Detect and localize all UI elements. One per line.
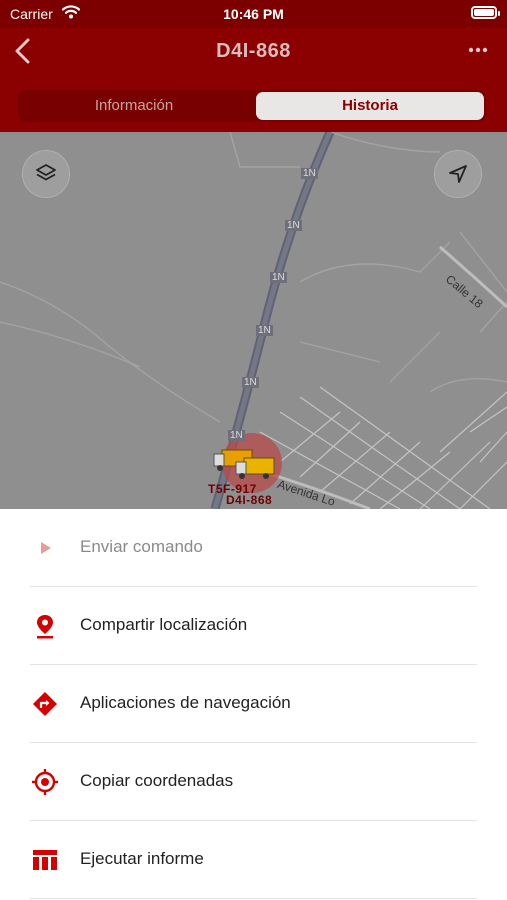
menu-item-compartir-localizacion[interactable]: Compartir localización (30, 587, 477, 665)
road-badge: 1N (301, 168, 318, 179)
nav-header: D4I-868 Información Historia (0, 28, 507, 132)
directions-icon (30, 689, 60, 719)
my-location-button[interactable] (434, 150, 482, 198)
clock: 10:46 PM (223, 6, 284, 22)
menu-item-aplicaciones-navegacion[interactable]: Aplicaciones de navegación (30, 665, 477, 743)
road-badge: 1N (242, 377, 259, 388)
crosshair-icon (30, 767, 60, 797)
vehicle-label[interactable]: D4I-868 (226, 493, 272, 507)
report-table-icon (30, 845, 60, 875)
play-icon (30, 533, 60, 563)
more-button[interactable] (467, 38, 489, 64)
segmented-control: Información Historia (18, 90, 486, 122)
menu-item-label: Compartir localización (80, 615, 248, 634)
tab-informacion[interactable]: Información (20, 92, 248, 120)
battery-icon (471, 6, 500, 19)
road-badge: 1N (256, 325, 273, 336)
road-badge: 1N (270, 272, 287, 283)
location-pin-icon (30, 611, 60, 641)
navigation-arrow-icon (449, 165, 467, 183)
menu-item-label: Copiar coordenadas (80, 771, 234, 790)
menu-item-ejecutar-informe[interactable]: Ejecutar informe (30, 821, 477, 899)
menu-item-copiar-coordenadas[interactable]: Copiar coordenadas (30, 743, 477, 821)
road-badge: 1N (228, 430, 245, 441)
menu-item-label: Aplicaciones de navegación (80, 693, 291, 712)
map-view[interactable]: 1N 1N 1N 1N 1N 1N Calle 18 Avenida Lo T5… (0, 132, 507, 509)
menu-item-label: Enviar comando (80, 537, 203, 556)
action-sheet: Enviar comando Compartir localización Ap… (0, 509, 507, 900)
ellipsis-icon (468, 47, 488, 53)
menu-item-enviar-comando[interactable]: Enviar comando (30, 509, 477, 587)
page-title: D4I-868 (216, 40, 291, 62)
status-bar: Carrier 10:46 PM (0, 0, 507, 28)
tab-historia[interactable]: Historia (256, 92, 484, 120)
menu-item-label: Ejecutar informe (80, 849, 204, 868)
road-badge: 1N (285, 220, 302, 231)
map-canvas (0, 132, 507, 509)
map-layers-button[interactable] (22, 150, 70, 198)
layers-icon (36, 164, 56, 181)
